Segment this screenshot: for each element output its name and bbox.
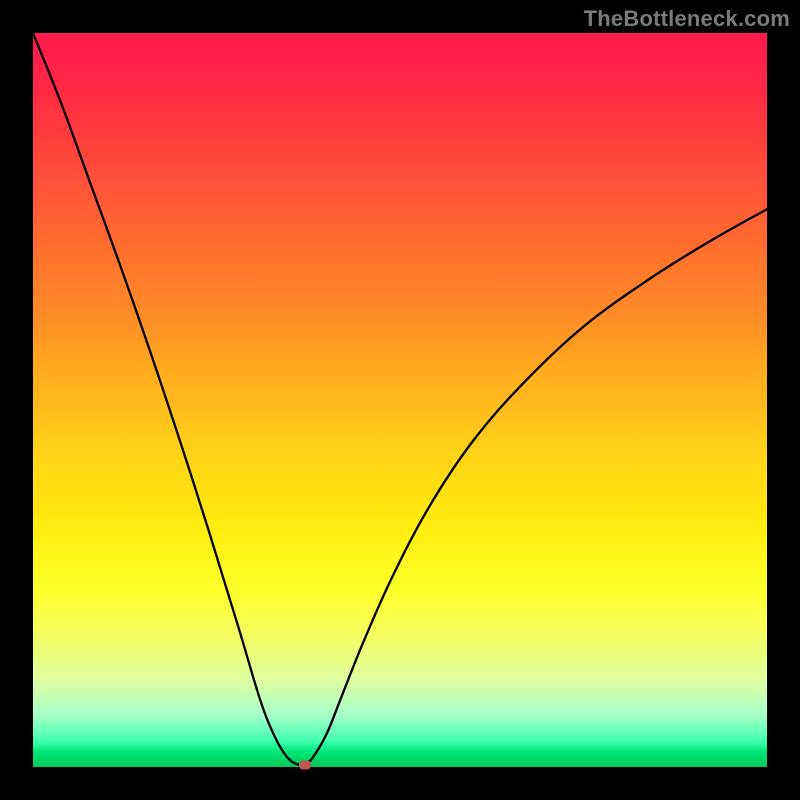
bottleneck-curve (33, 33, 767, 767)
optimum-marker (299, 760, 311, 769)
watermark-text: TheBottleneck.com (584, 6, 790, 32)
chart-frame: TheBottleneck.com (0, 0, 800, 800)
plot-area (33, 33, 767, 767)
